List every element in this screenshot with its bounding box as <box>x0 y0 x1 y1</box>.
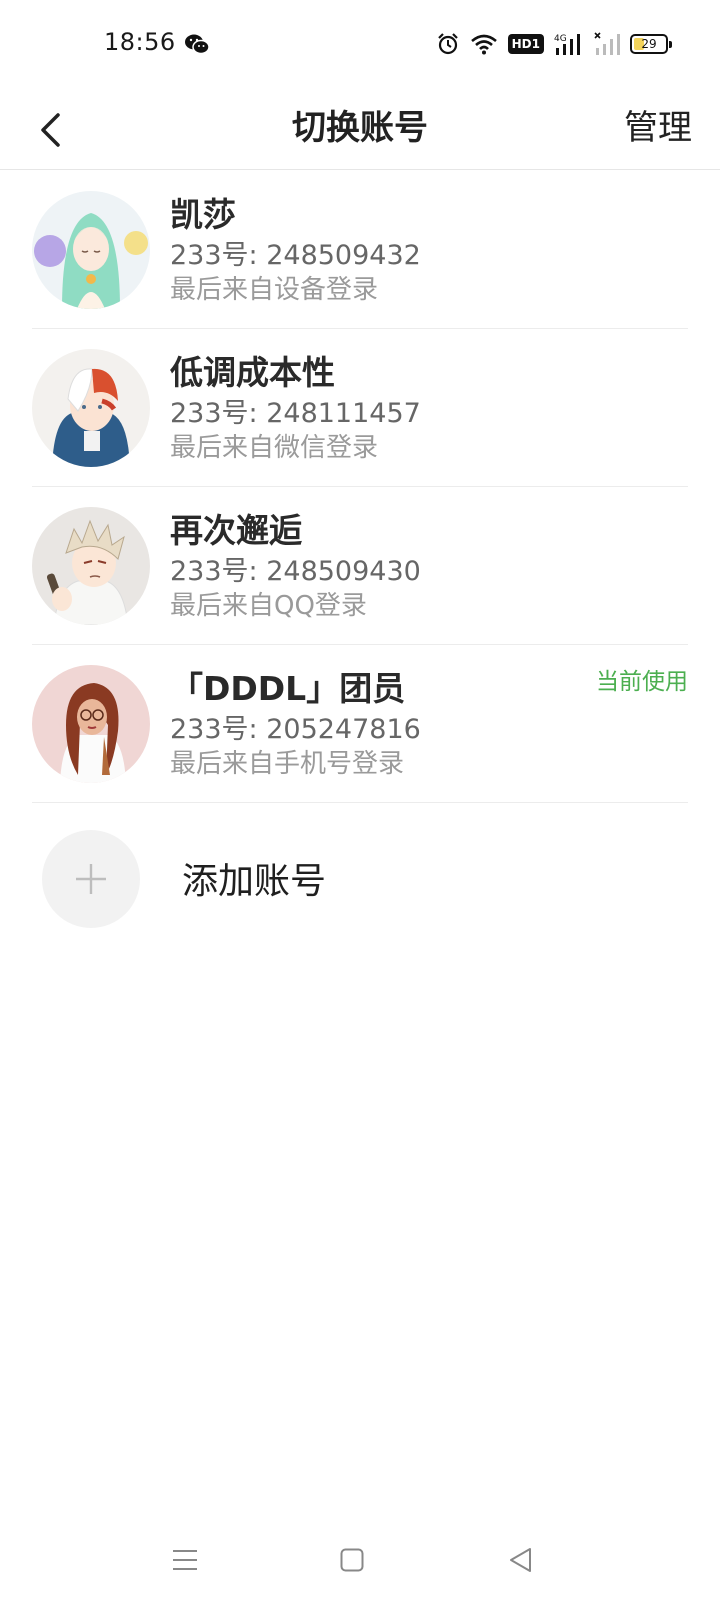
battery-level: 29 <box>641 37 657 51</box>
wifi-icon <box>470 34 497 55</box>
back-triangle-icon <box>510 1548 531 1572</box>
svg-text:4G: 4G <box>554 34 567 44</box>
wechat-icon <box>185 34 210 55</box>
account-login-source: 最后来自微信登录 <box>170 433 379 463</box>
status-time: 18:56 <box>104 28 176 56</box>
account-login-source: 最后来自设备登录 <box>170 275 379 305</box>
avatar <box>32 507 150 625</box>
plus-icon <box>76 864 106 894</box>
account-item[interactable]: 「DDDL」团员 233号: 205247816 最后来自手机号登录 当前使用 <box>32 645 688 803</box>
battery-icon: 29 <box>630 34 672 54</box>
account-login-source: 最后来自QQ登录 <box>170 591 367 621</box>
menu-icon <box>173 1550 197 1570</box>
avatar <box>32 665 150 783</box>
home-square-icon <box>340 1548 364 1572</box>
signal-icon: 4G <box>554 34 580 55</box>
status-bar: 18:56 HD1 4G 29 <box>0 0 720 90</box>
nav-back-button[interactable] <box>490 1536 550 1584</box>
avatar <box>32 349 150 467</box>
account-item[interactable]: 再次邂逅 233号: 248509430 最后来自QQ登录 <box>32 487 688 645</box>
add-account-circle <box>42 830 140 928</box>
nav-menu-button[interactable] <box>155 1536 215 1584</box>
hd-badge: HD1 <box>507 34 544 54</box>
account-name: 「DDDL」团员 <box>170 669 406 708</box>
account-list: 凯莎 233号: 248509432 最后来自设备登录 低调成本性 233号: … <box>0 171 720 803</box>
add-account-button[interactable]: 添加账号 <box>32 830 688 930</box>
account-name: 再次邂逅 <box>170 511 302 550</box>
page-title: 切换账号 <box>292 108 428 148</box>
header: 切换账号 管理 <box>0 90 720 170</box>
account-id: 233号: 248509430 <box>170 556 421 587</box>
alarm-icon <box>437 33 458 55</box>
current-account-badge: 当前使用 <box>596 669 688 695</box>
account-id: 233号: 205247816 <box>170 714 421 745</box>
nav-home-button[interactable] <box>322 1536 382 1584</box>
avatar <box>32 191 150 309</box>
account-item[interactable]: 低调成本性 233号: 248111457 最后来自微信登录 <box>32 329 688 487</box>
account-login-source: 最后来自手机号登录 <box>170 749 405 779</box>
status-icons: HD1 4G 29 <box>436 30 672 58</box>
account-id: 233号: 248111457 <box>170 398 421 429</box>
signal-x-icon <box>594 32 620 55</box>
account-id: 233号: 248509432 <box>170 240 421 271</box>
account-name: 凯莎 <box>170 195 236 234</box>
system-nav-bar <box>0 1520 720 1600</box>
account-name: 低调成本性 <box>170 353 335 392</box>
account-item[interactable]: 凯莎 233号: 248509432 最后来自设备登录 <box>32 171 688 329</box>
manage-button[interactable]: 管理 <box>624 98 692 158</box>
add-account-label: 添加账号 <box>182 861 327 902</box>
